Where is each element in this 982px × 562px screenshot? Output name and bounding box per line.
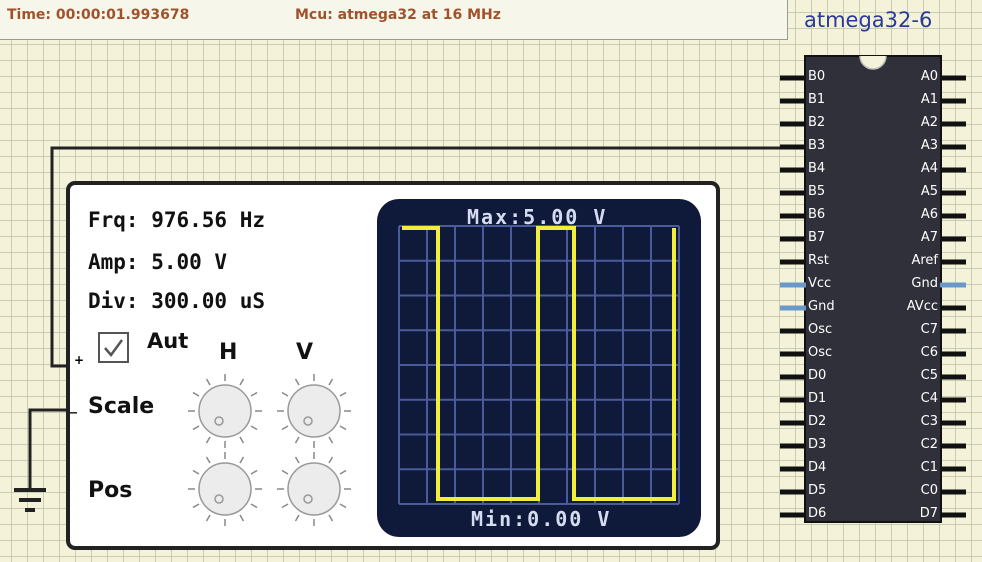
check-icon (104, 339, 124, 358)
h-position-knob[interactable] (186, 450, 264, 528)
pin-label-b5: B5 (808, 184, 826, 199)
pin-label-d0: D0 (808, 368, 827, 383)
plus-terminal: + (74, 353, 85, 367)
pin-label-a5: A5 (920, 184, 938, 199)
pin-label-b0: B0 (808, 69, 826, 84)
frequency-readout: Frq: 976.56 Hz (88, 208, 266, 232)
waveform-display (398, 225, 680, 505)
v-scale-knob[interactable] (275, 372, 353, 450)
pin-label-b4: B4 (808, 161, 826, 176)
pin-label-a1: A1 (920, 92, 938, 107)
pin-label-gnd: Gnd (808, 299, 835, 314)
v-position-knob[interactable] (275, 450, 353, 528)
pin-label-b6: B6 (808, 207, 826, 222)
v-label: V (296, 340, 314, 365)
pin-label-d2: D2 (808, 414, 827, 429)
pin-label-a7: A7 (920, 230, 938, 245)
ground-icon (14, 488, 46, 512)
minus-terminal: _ (70, 398, 77, 414)
knob-icon (188, 374, 262, 448)
pin-label-d5: D5 (808, 483, 827, 498)
pin-label-b1: B1 (808, 92, 826, 107)
pin-label-rst: Rst (808, 253, 829, 268)
pin-label-a0: A0 (920, 69, 938, 84)
pin-label-c5: C5 (920, 368, 938, 383)
auto-checkbox[interactable] (98, 332, 129, 363)
pin-label-c7: C7 (920, 322, 938, 337)
pin-label-c4: C4 (920, 391, 938, 406)
pin-label-b2: B2 (808, 115, 826, 130)
division-readout: Div: 300.00 uS (88, 289, 266, 313)
pin-label-c1: C1 (920, 460, 938, 475)
pin-label-a2: A2 (920, 115, 938, 130)
h-label: H (219, 340, 238, 365)
pin-label-osc: Osc (808, 345, 833, 360)
min-label: Min:0.00 V (471, 507, 612, 531)
pin-label-c0: C0 (920, 483, 938, 498)
pin-label-a6: A6 (920, 207, 938, 222)
pin-label-d7: D7 (919, 506, 938, 521)
pos-label: Pos (88, 478, 133, 503)
pin-label-c3: C3 (920, 414, 938, 429)
pin-label-avcc: AVcc (906, 299, 938, 314)
waveform-trace (402, 226, 676, 501)
h-scale-knob[interactable] (186, 372, 264, 450)
oscilloscope-screen: Max:5.00 V Min:0.00 V (377, 199, 701, 537)
knob-icon (277, 374, 351, 448)
auto-label: Aut (147, 329, 189, 353)
pin-label-c6: C6 (920, 345, 938, 360)
pin-label-osc: Osc (808, 322, 833, 337)
scale-label: Scale (88, 394, 155, 419)
pin-label-a3: A3 (920, 138, 938, 153)
knob-icon (188, 452, 262, 526)
pin-label-gnd: Gnd (911, 276, 938, 291)
max-label: Max:5.00 V (467, 205, 608, 229)
pin-label-d1: D1 (808, 391, 827, 406)
amplitude-readout: Amp: 5.00 V (88, 250, 228, 274)
pin-label-vcc: Vcc (808, 276, 832, 291)
pin-label-b3: B3 (808, 138, 826, 153)
pin-label-d4: D4 (808, 460, 827, 475)
knob-icon (277, 452, 351, 526)
pin-label-a4: A4 (920, 161, 938, 176)
pin-label-c2: C2 (920, 437, 938, 452)
pin-label-d6: D6 (808, 506, 827, 521)
pin-label-b7: B7 (808, 230, 826, 245)
pin-label-d3: D3 (808, 437, 827, 452)
pin-label-aref: Aref (911, 253, 938, 268)
